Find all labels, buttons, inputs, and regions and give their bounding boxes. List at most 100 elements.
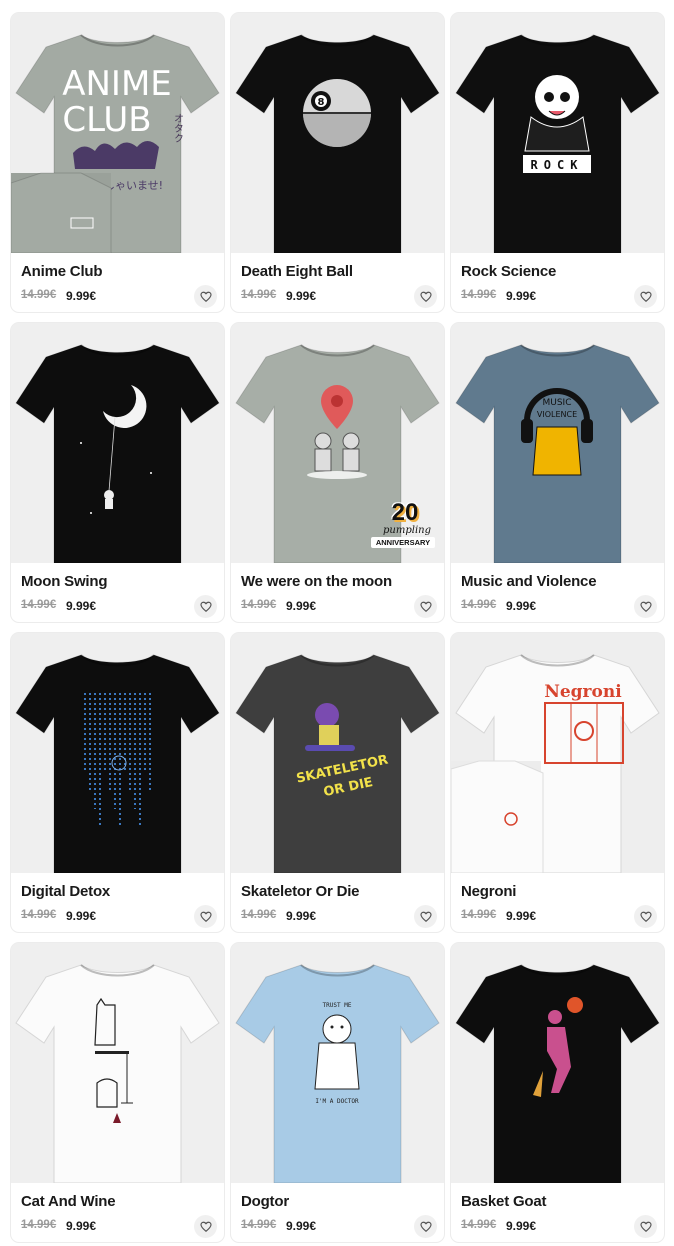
original-price: 14.99€ — [21, 599, 57, 611]
heart-outline-icon — [419, 1221, 432, 1232]
product-name[interactable]: We were on the moon — [241, 573, 392, 590]
original-price: 14.99€ — [461, 909, 497, 921]
heart-outline-icon — [199, 601, 212, 612]
original-price: 14.99€ — [21, 289, 57, 301]
heart-outline-icon — [419, 291, 432, 302]
sale-price: 9.99€ — [66, 909, 97, 923]
design-text: ANIME — [62, 64, 172, 104]
original-price: 14.99€ — [21, 909, 57, 921]
sale-price: 9.99€ — [506, 289, 537, 303]
product-card[interactable]: ANIME CLUB オタク いらっしゃいませ! Anime Club 14.99€ 9.9… — [11, 13, 224, 312]
product-name[interactable]: Anime Club — [21, 263, 103, 280]
sale-price: 9.99€ — [286, 289, 317, 303]
sale-price: 9.99€ — [506, 599, 537, 613]
tshirt-illustration: MUSIC VIOLENCE — [451, 323, 664, 563]
design-text: VIOLENCE — [537, 410, 577, 419]
svg-text:オタク: オタク — [172, 113, 184, 143]
tshirt-illustration: SKATELETOROR DIE — [231, 633, 444, 873]
original-price: 14.99€ — [241, 289, 277, 301]
favorite-button[interactable] — [634, 1215, 657, 1238]
favorite-button[interactable] — [414, 595, 437, 618]
product-name[interactable]: Rock Science — [461, 263, 556, 280]
product-name[interactable]: Death Eight Ball — [241, 263, 353, 280]
product-card[interactable]: Digital Detox 14.99€ 9.99€ — [11, 633, 224, 932]
product-image[interactable]: 8 — [231, 13, 444, 253]
product-card[interactable]: TRUST ME I'M A DOCTOR Dogtor 14.99€ 9.99€ — [231, 943, 444, 1242]
design-text: Negroni — [544, 682, 622, 702]
design-text: ROCK — [531, 158, 584, 172]
favorite-button[interactable] — [414, 1215, 437, 1238]
tshirt-illustration — [11, 323, 224, 563]
favorite-button[interactable] — [414, 905, 437, 928]
design-text: I'M A DOCTOR — [315, 1098, 359, 1105]
product-image[interactable] — [11, 633, 224, 873]
product-name[interactable]: Dogtor — [241, 1193, 289, 1210]
product-card[interactable]: 20 pumpling ANNIVERSARY We were on the moon… — [231, 323, 444, 622]
heart-outline-icon — [419, 911, 432, 922]
favorite-button[interactable] — [634, 595, 657, 618]
tshirt-illustration: Negroni — [451, 633, 664, 873]
tshirt-illustration — [11, 943, 224, 1183]
tshirt-illustration: 8 — [231, 13, 444, 253]
product-name[interactable]: Moon Swing — [21, 573, 108, 590]
tshirt-illustration — [11, 633, 224, 873]
tshirt-illustration: TRUST ME I'M A DOCTOR — [231, 943, 444, 1183]
product-name[interactable]: Cat And Wine — [21, 1193, 116, 1210]
product-card[interactable]: Moon Swing 14.99€ 9.99€ — [11, 323, 224, 622]
favorite-button[interactable] — [194, 285, 217, 308]
product-name[interactable]: Negroni — [461, 883, 516, 900]
product-card[interactable]: Basket Goat 14.99€ 9.99€ — [451, 943, 664, 1242]
favorite-button[interactable] — [634, 285, 657, 308]
heart-outline-icon — [199, 291, 212, 302]
original-price: 14.99€ — [461, 599, 497, 611]
tshirt-illustration — [451, 943, 664, 1183]
product-card[interactable]: ROCK Rock Science 14.99€ 9.99€ — [451, 13, 664, 312]
product-card[interactable]: Negroni Negroni 14.99€ 9.99€ — [451, 633, 664, 932]
product-name[interactable]: Basket Goat — [461, 1193, 547, 1210]
sale-price: 9.99€ — [286, 1219, 317, 1233]
product-card[interactable]: SKATELETOR OR DIE Skateletor Or Die 14.99€ 9… — [231, 633, 444, 932]
product-image[interactable]: ROCK — [451, 13, 664, 253]
original-price: 14.99€ — [461, 289, 497, 301]
badge-script: pumpling — [383, 525, 431, 536]
product-image[interactable]: MUSIC VIOLENCE — [451, 323, 664, 563]
badge-number: 20 — [391, 499, 419, 526]
sale-price: 9.99€ — [66, 599, 97, 613]
original-price: 14.99€ — [241, 599, 277, 611]
heart-outline-icon — [639, 291, 652, 302]
design-text: TRUST ME — [323, 1002, 352, 1009]
product-name[interactable]: Digital Detox — [21, 883, 110, 900]
favorite-button[interactable] — [194, 1215, 217, 1238]
sale-price: 9.99€ — [66, 1219, 97, 1233]
heart-outline-icon — [419, 601, 432, 612]
heart-outline-icon — [199, 911, 212, 922]
original-price: 14.99€ — [461, 1219, 497, 1231]
product-image[interactable]: TRUST ME I'M A DOCTOR — [231, 943, 444, 1183]
heart-outline-icon — [199, 1221, 212, 1232]
product-card[interactable]: Cat And Wine 14.99€ 9.99€ — [11, 943, 224, 1242]
heart-outline-icon — [639, 1221, 652, 1232]
favorite-button[interactable] — [634, 905, 657, 928]
product-card[interactable]: 8 Death Eight Ball 14.99€ 9.99€ — [231, 13, 444, 312]
product-image[interactable]: Negroni — [451, 633, 664, 873]
product-image[interactable]: ANIME CLUB オタク いらっしゃいませ! — [11, 13, 224, 253]
product-image[interactable]: 20 pumpling ANNIVERSARY — [231, 323, 444, 563]
product-card[interactable]: MUSIC VIOLENCE Music and Violence 14.99€ 9.9… — [451, 323, 664, 622]
product-image[interactable] — [451, 943, 664, 1183]
original-price: 14.99€ — [241, 909, 277, 921]
product-name[interactable]: Skateletor Or Die — [241, 883, 360, 900]
heart-outline-icon — [639, 911, 652, 922]
design-text: MUSIC — [542, 398, 571, 408]
product-image[interactable] — [11, 323, 224, 563]
product-image[interactable] — [11, 943, 224, 1183]
favorite-button[interactable] — [194, 595, 217, 618]
favorite-button[interactable] — [194, 905, 217, 928]
badge-label: ANNIVERSARY — [371, 537, 435, 548]
product-name[interactable]: Music and Violence — [461, 573, 597, 590]
anniversary-badge: 20 pumpling ANNIVERSARY — [371, 499, 437, 555]
favorite-button[interactable] — [414, 285, 437, 308]
product-image[interactable]: SKATELETOR OR DIE — [231, 633, 444, 873]
sale-price: 9.99€ — [506, 909, 537, 923]
original-price: 14.99€ — [241, 1219, 277, 1231]
sale-price: 9.99€ — [286, 599, 317, 613]
